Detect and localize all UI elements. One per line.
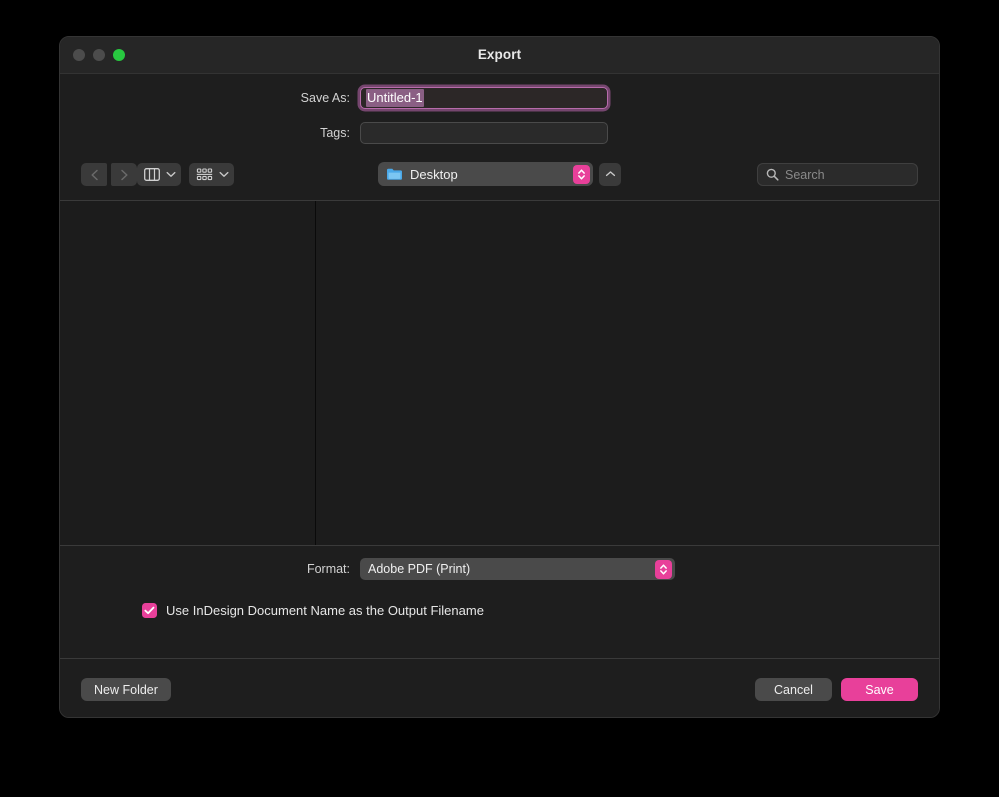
format-value: Adobe PDF (Print) bbox=[368, 562, 471, 576]
output-filename-label: Use InDesign Document Name as the Output… bbox=[166, 603, 484, 618]
location-group: Desktop bbox=[378, 162, 621, 186]
save-button[interactable]: Save bbox=[841, 678, 918, 701]
browser-column-one[interactable] bbox=[60, 201, 316, 545]
chevron-down-icon bbox=[219, 171, 229, 178]
footer-action-group: Cancel Save bbox=[755, 678, 918, 701]
chevron-down-icon bbox=[166, 171, 176, 178]
window-titlebar: Export bbox=[60, 37, 939, 74]
chevron-up-icon bbox=[605, 170, 616, 178]
chevron-right-icon bbox=[120, 169, 129, 181]
search-group: Search bbox=[757, 163, 918, 186]
location-label: Desktop bbox=[410, 166, 458, 182]
tags-label: Tags: bbox=[320, 126, 350, 140]
forward-button[interactable] bbox=[111, 163, 137, 186]
search-placeholder: Search bbox=[785, 167, 825, 182]
cancel-button[interactable]: Cancel bbox=[755, 678, 832, 701]
search-input[interactable]: Search bbox=[757, 163, 918, 186]
tags-input[interactable] bbox=[360, 122, 608, 144]
browser-column-two[interactable] bbox=[316, 201, 939, 545]
chevron-left-icon bbox=[90, 169, 99, 181]
save-as-value: Untitled-1 bbox=[366, 89, 424, 107]
view-control-group bbox=[137, 163, 234, 186]
save-as-label: Save As: bbox=[300, 91, 350, 105]
folder-icon bbox=[386, 167, 403, 181]
column-view-icon bbox=[144, 168, 160, 181]
format-stepper[interactable] bbox=[655, 559, 672, 579]
go-up-button[interactable] bbox=[599, 162, 621, 186]
checkmark-icon bbox=[144, 606, 155, 615]
format-row: Format: Adobe PDF (Print) bbox=[60, 557, 939, 581]
output-filename-checkbox[interactable] bbox=[142, 603, 157, 618]
nav-button-group bbox=[81, 163, 137, 186]
save-form-area: Save As: Untitled-1 Tags: bbox=[60, 74, 939, 151]
dialog-footer: New Folder Cancel Save bbox=[60, 658, 939, 717]
back-button[interactable] bbox=[81, 163, 107, 186]
new-folder-button[interactable]: New Folder bbox=[81, 678, 171, 701]
output-filename-checkbox-row[interactable]: Use InDesign Document Name as the Output… bbox=[60, 603, 939, 618]
window-title: Export bbox=[477, 47, 522, 62]
export-options-section: Format: Adobe PDF (Print) Use InDesign D… bbox=[60, 545, 939, 658]
location-stepper[interactable] bbox=[573, 164, 590, 184]
save-as-input[interactable]: Untitled-1 bbox=[360, 87, 608, 109]
finder-toolbar: Desktop Search bbox=[60, 151, 939, 201]
save-as-row: Save As: Untitled-1 bbox=[60, 83, 939, 113]
format-label: Format: bbox=[306, 562, 350, 576]
screen-root: Export Save As: Untitled-1 Tags: Desktop… bbox=[0, 0, 999, 797]
search-icon bbox=[766, 168, 779, 181]
file-browser bbox=[60, 201, 939, 545]
tags-row: Tags: bbox=[60, 118, 939, 148]
format-popup-button[interactable]: Adobe PDF (Print) bbox=[360, 558, 675, 580]
view-mode-button[interactable] bbox=[137, 163, 181, 186]
export-dialog-window: Export Save As: Untitled-1 Tags: Desktop… bbox=[59, 36, 940, 718]
group-by-grid-icon bbox=[196, 168, 213, 181]
group-by-button[interactable] bbox=[189, 163, 234, 186]
location-popup-button[interactable]: Desktop bbox=[378, 162, 593, 186]
